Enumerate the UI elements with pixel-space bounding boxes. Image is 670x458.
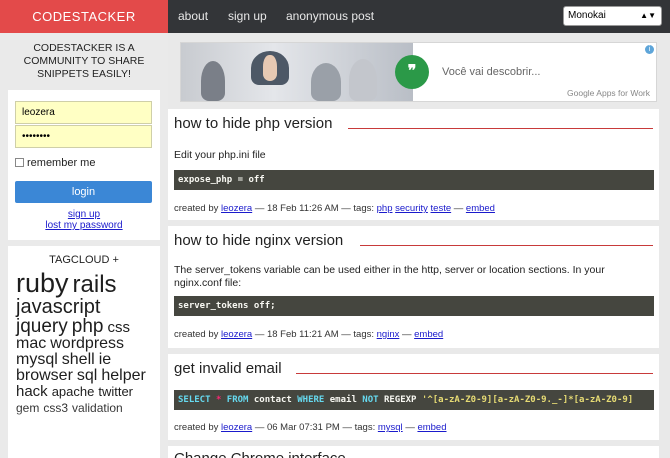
tag-link[interactable]: ie: [99, 352, 111, 368]
theme-select-value: Monokai: [568, 10, 606, 21]
tag-link[interactable]: mysql: [378, 422, 403, 433]
snippet-title[interactable]: Change Chrome interface: [174, 450, 346, 458]
tagcloud-words: ruby rails javascript jquery php css mac wor…: [16, 270, 156, 416]
nav-signup-link[interactable]: sign up: [228, 0, 267, 33]
code-operator: *: [215, 395, 222, 405]
site-tagline: CODESTACKER IS A COMMUNITY TO SHARE SNIP…: [23, 42, 145, 80]
tagcloud-panel: TAGCLOUD + ruby rails javascript jquery ph…: [8, 246, 160, 458]
remember-me-label: remember me: [27, 157, 96, 169]
tag-link[interactable]: ruby: [16, 270, 69, 297]
meta-separator: —: [405, 422, 415, 433]
ad-photo: [181, 43, 413, 101]
top-nav-bar: CODESTACKER about sign up anonymous post…: [0, 0, 670, 33]
snippet-card: get invalid email SELECT * FROM contact …: [168, 354, 659, 440]
meta-created-label: created by: [174, 203, 219, 214]
sidebar: CODESTACKER IS A COMMUNITY TO SHARE SNIP…: [0, 33, 168, 458]
person-silhouette: [201, 61, 225, 101]
tag-link[interactable]: hack: [16, 384, 48, 399]
code-identifier: contact: [253, 395, 292, 405]
ad-info-icon[interactable]: i: [645, 45, 654, 54]
code-block: SELECT * FROM contact WHERE email NOT RE…: [174, 390, 654, 410]
author-link[interactable]: leozera: [221, 422, 252, 433]
person-silhouette: [349, 59, 377, 101]
tagcloud-title[interactable]: TAGCLOUD +: [8, 254, 160, 266]
theme-select[interactable]: Monokai ▲▼: [563, 6, 662, 26]
snippet-title[interactable]: how to hide php version: [174, 115, 332, 132]
tag-link[interactable]: teste: [431, 203, 452, 214]
nav-anonymous-post-link[interactable]: anonymous post: [286, 0, 374, 33]
login-button[interactable]: login: [15, 181, 152, 203]
ad-brand: Google Apps for Work: [567, 88, 650, 98]
tag-link[interactable]: php: [72, 317, 104, 336]
password-field[interactable]: ••••••••: [15, 125, 152, 148]
snippet-card: Change Chrome interface: [168, 446, 659, 458]
login-panel: leozera •••••••• remember me login sign …: [8, 90, 160, 240]
code-keyword: WHERE: [297, 395, 325, 405]
snippet-title[interactable]: how to hide nginx version: [174, 232, 343, 249]
tag-link[interactable]: mac: [16, 336, 46, 352]
code-string: '^[a-zA-Z0-9][a-zA-Z0-9._-]*[a-zA-Z0-9]: [421, 395, 634, 405]
snippet-description: Edit your php.ini file: [174, 149, 266, 161]
tag-link[interactable]: php: [377, 203, 393, 214]
person-silhouette: [263, 55, 277, 81]
hangouts-icon: ❞: [395, 55, 429, 89]
code-keyword: SELECT: [178, 395, 211, 405]
snippet-card: how to hide php version Edit your php.in…: [168, 109, 659, 220]
code-identifier: REGEXP: [383, 395, 417, 405]
author-link[interactable]: leozera: [221, 203, 252, 214]
ad-banner[interactable]: ❞ Você vai descobrir... Google Apps for …: [180, 42, 657, 102]
snippet-meta: created by leozera — 18 Feb 11:26 AM — t…: [174, 203, 495, 214]
code-block: expose_php = off: [174, 170, 654, 190]
embed-link[interactable]: embed: [466, 203, 495, 214]
snippet-title[interactable]: get invalid email: [174, 360, 282, 377]
tag-link[interactable]: apache: [52, 385, 95, 398]
code-keyword: NOT: [362, 395, 379, 405]
meta-date: — 06 Mar 07:31 PM — tags:: [254, 422, 376, 433]
snippet-description: The server_tokens variable can be used e…: [174, 264, 605, 289]
tag-link[interactable]: helper: [101, 368, 145, 384]
signup-link[interactable]: sign up: [8, 209, 160, 220]
tag-link[interactable]: rails: [73, 273, 117, 297]
embed-link[interactable]: embed: [417, 422, 446, 433]
snippet-meta: created by leozera — 18 Feb 11:21 AM — t…: [174, 329, 443, 340]
author-link[interactable]: leozera: [221, 329, 252, 340]
meta-separator: —: [453, 203, 464, 214]
title-rule: [360, 245, 653, 246]
embed-link[interactable]: embed: [414, 329, 443, 340]
meta-date: — 18 Feb 11:21 AM — tags:: [254, 329, 374, 340]
tag-link[interactable]: security: [395, 203, 428, 214]
chevron-updown-icon: ▲▼: [640, 11, 656, 20]
tag-link[interactable]: css: [107, 320, 130, 335]
tag-link[interactable]: jquery: [16, 317, 68, 336]
code-keyword: FROM: [226, 395, 249, 405]
title-rule: [296, 373, 653, 374]
meta-separator: —: [402, 329, 412, 340]
brand-logo[interactable]: CODESTACKER: [0, 0, 168, 33]
snippet-card: how to hide nginx version The server_tok…: [168, 226, 659, 348]
tag-link[interactable]: wordpress: [50, 336, 124, 352]
meta-created-label: created by: [174, 329, 219, 340]
title-rule: [348, 128, 653, 129]
tag-link[interactable]: mysql: [16, 352, 58, 368]
meta-date: — 18 Feb 11:26 AM — tags:: [254, 203, 374, 214]
snippet-meta: created by leozera — 06 Mar 07:31 PM — t…: [174, 422, 447, 433]
lost-password-link[interactable]: lost my password: [8, 220, 160, 231]
tag-link[interactable]: nginx: [377, 329, 400, 340]
meta-created-label: created by: [174, 422, 219, 433]
tag-link[interactable]: browser: [16, 368, 73, 384]
username-field[interactable]: leozera: [15, 101, 152, 124]
tag-link[interactable]: javascript: [16, 297, 100, 317]
checkbox-icon[interactable]: [15, 158, 24, 167]
person-silhouette: [311, 63, 341, 101]
ad-text: Você vai descobrir...: [442, 66, 541, 78]
code-identifier: email: [329, 395, 357, 405]
tagcloud-fade: [8, 403, 160, 458]
code-block: server_tokens off;: [174, 296, 654, 316]
remember-me-checkbox[interactable]: remember me: [15, 157, 95, 169]
tag-link[interactable]: twitter: [98, 385, 133, 398]
tag-link[interactable]: shell: [62, 352, 95, 368]
nav-about-link[interactable]: about: [178, 0, 208, 33]
tag-link[interactable]: sql: [77, 368, 97, 384]
